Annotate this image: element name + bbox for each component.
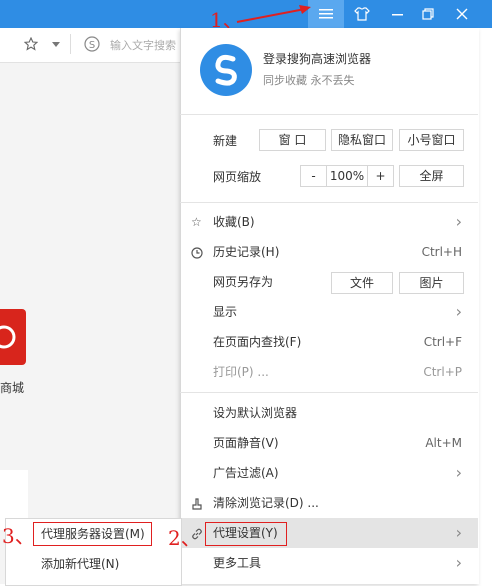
menu-item-history[interactable]: 历史记录(H) Ctrl+H (181, 237, 478, 267)
divider (180, 392, 478, 393)
divider (180, 114, 478, 115)
chevron-right-icon: › (455, 553, 462, 572)
login-subtitle: 同步收藏 永不丢失 (263, 74, 355, 87)
menu-item-label: 收藏(B) (213, 215, 255, 229)
menu-item-set-default[interactable]: 设为默认浏览器 (181, 398, 478, 428)
search-input[interactable]: 输入文字搜索 (110, 37, 176, 53)
annotation-box-proxy-server (33, 522, 152, 546)
close-icon[interactable] (444, 0, 480, 28)
zoom-label: 网页缩放 (213, 170, 262, 184)
menu-item-label: 打印(P) ... (213, 365, 269, 379)
menu-item-print: 打印(P) ... Ctrl+P (181, 357, 478, 387)
chevron-right-icon: › (455, 463, 462, 482)
separator (70, 34, 71, 54)
menu-item-label: 网页另存为 (213, 275, 274, 289)
private-window-button[interactable]: 隐私窗口 (331, 129, 393, 151)
menu-item-label: 历史记录(H) (213, 245, 280, 259)
small-window-button[interactable]: 小号窗口 (399, 129, 464, 151)
restore-icon[interactable] (410, 0, 446, 28)
shortcut-label: Ctrl+P (423, 365, 462, 379)
annotation-arrow (236, 5, 311, 23)
svg-text:S: S (89, 40, 95, 51)
clock-icon (191, 237, 203, 267)
menu-item-label: 显示 (213, 305, 238, 319)
new-window-button[interactable]: 窗 口 (259, 129, 326, 151)
menu-item-clear-history[interactable]: 清除浏览记录(D) ... (181, 488, 478, 518)
menu-item-label: 清除浏览记录(D) ... (213, 496, 319, 510)
zoom-out-button[interactable]: - (300, 165, 327, 187)
menu-item-label: 设为默认浏览器 (213, 406, 298, 420)
menu-item-ad-filter[interactable]: 广告过滤(A) › (181, 458, 478, 488)
chevron-right-icon: › (455, 212, 462, 231)
save-as-file-button[interactable]: 文件 (331, 272, 393, 294)
zoom-in-button[interactable]: + (367, 165, 394, 187)
divider (180, 202, 478, 203)
submenu-item-label: 添加新代理(N) (41, 557, 120, 571)
menu-item-favorites[interactable]: ☆ 收藏(B) › (181, 207, 478, 237)
submenu-item-add-proxy[interactable]: 添加新代理(N) (5, 549, 180, 579)
menu-item-label: 广告过滤(A) (213, 466, 279, 480)
chevron-right-icon: › (455, 302, 462, 321)
annotation-step3: 3、 (2, 524, 35, 548)
shortcut-label: Ctrl+F (423, 335, 462, 349)
broom-icon (191, 488, 203, 518)
shortcut-label: Ctrl+H (421, 245, 462, 259)
shortcut-label: Alt+M (425, 436, 462, 450)
star-icon: ☆ (191, 215, 202, 229)
menu-item-more-tools[interactable]: 更多工具 › (181, 548, 478, 578)
star-icon[interactable] (24, 37, 38, 51)
zoom-value: 100% (326, 165, 368, 187)
menu-item-label: 页面静音(V) (213, 436, 279, 450)
shop-app-icon[interactable] (0, 309, 26, 365)
chevron-right-icon: › (455, 523, 462, 542)
menu-item-find[interactable]: 在页面内查找(F) Ctrl+F (181, 327, 478, 357)
sogou-search-icon: S (84, 36, 100, 52)
menu-item-display[interactable]: 显示 › (181, 297, 478, 327)
address-bar: S 输入文字搜索 (0, 28, 180, 63)
fullscreen-button[interactable]: 全屏 (399, 165, 464, 187)
annotation-step2: 2、 (168, 526, 201, 550)
save-as-image-button[interactable]: 图片 (399, 272, 464, 294)
shop-label: 商城 (0, 381, 25, 395)
new-label: 新建 (213, 134, 238, 148)
sogou-logo (200, 44, 252, 96)
menu-item-label: 更多工具 (213, 556, 262, 570)
menu-item-mute[interactable]: 页面静音(V) Alt+M (181, 428, 478, 458)
annotation-box-proxy (205, 522, 287, 546)
menu-item-label: 在页面内查找(F) (213, 335, 302, 349)
chevron-down-icon[interactable] (52, 42, 60, 48)
skin-icon[interactable] (344, 0, 380, 28)
login-title[interactable]: 登录搜狗高速浏览器 (263, 50, 371, 67)
